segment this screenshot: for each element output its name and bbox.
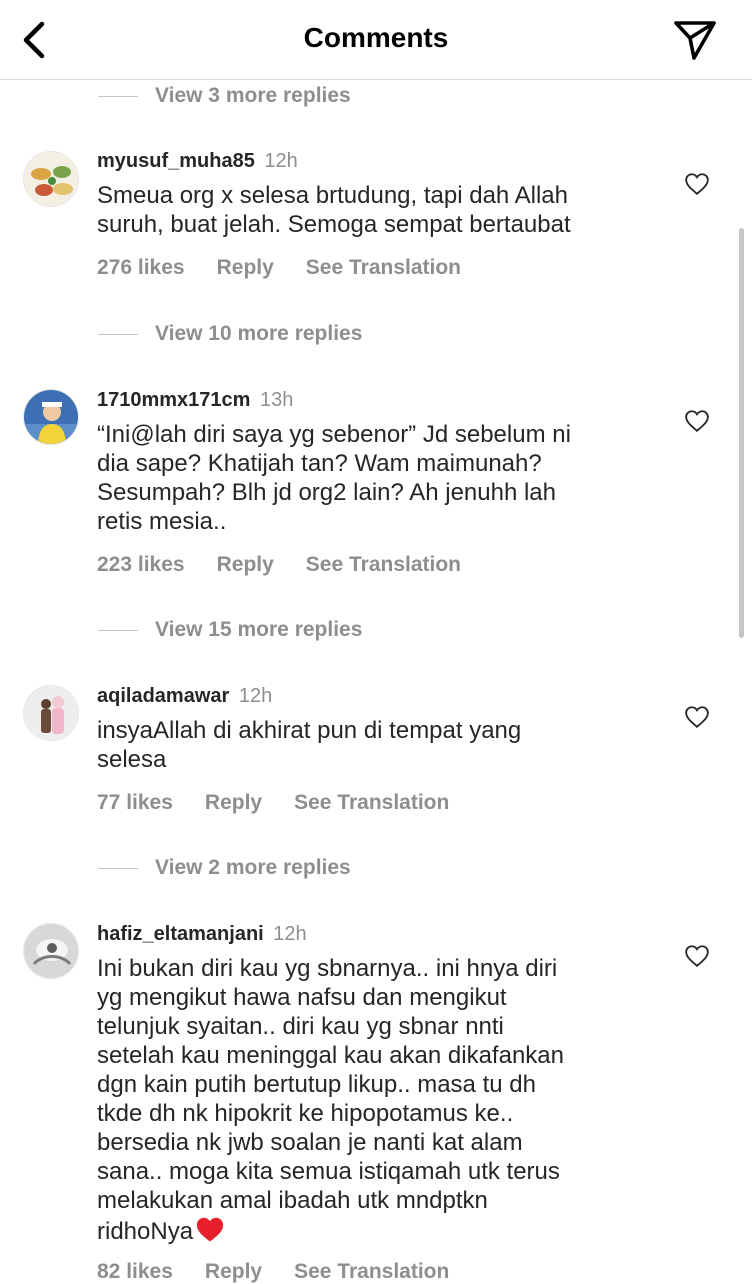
- comment-text: Ini bukan diri kau yg sbnarnya.. ini hny…: [97, 954, 657, 1246]
- couple-avatar-image: [24, 686, 78, 740]
- timestamp: 12h: [238, 685, 273, 707]
- paper-plane-icon: [674, 21, 716, 60]
- motorbike-avatar-image: [24, 924, 78, 978]
- comment-item: 1710mmx171cm 13h “Ini@lah diri saya yg s…: [0, 387, 752, 587]
- scrollbar[interactable]: [739, 228, 744, 638]
- view-replies-label: View 10 more replies: [155, 322, 363, 345]
- comment-actions: 223 likes Reply See Translation: [97, 553, 461, 577]
- comment-actions: 276 likes Reply See Translation: [97, 256, 461, 280]
- view-more-replies-button[interactable]: View 3 more replies: [98, 81, 351, 111]
- page-title: Comments: [303, 22, 449, 53]
- avatar[interactable]: [23, 389, 79, 445]
- share-button[interactable]: [672, 16, 718, 62]
- reply-button[interactable]: Reply: [217, 256, 274, 280]
- see-translation-button[interactable]: See Translation: [294, 791, 449, 815]
- see-translation-button[interactable]: See Translation: [294, 1260, 449, 1284]
- username[interactable]: 1710mmx171cm: [97, 389, 250, 411]
- heart-outline-icon: [685, 173, 709, 195]
- reply-button[interactable]: Reply: [217, 553, 274, 577]
- like-button[interactable]: [684, 704, 710, 730]
- comment-meta: 1710mmx171cm 13h: [97, 389, 293, 412]
- avatar[interactable]: [23, 151, 79, 207]
- comments-header: Comments: [0, 0, 752, 80]
- food-avatar-image: [24, 152, 78, 206]
- comment-meta: hafiz_eltamanjani 12h: [97, 923, 307, 946]
- likes-count[interactable]: 223 likes: [97, 553, 185, 577]
- view-replies-label: View 3 more replies: [155, 84, 351, 107]
- see-translation-button[interactable]: See Translation: [306, 553, 461, 577]
- heart-outline-icon: [685, 410, 709, 432]
- comment-actions: 82 likes Reply See Translation: [97, 1260, 449, 1284]
- username[interactable]: aqiladamawar: [97, 685, 229, 707]
- view-more-replies-button[interactable]: View 2 more replies: [98, 853, 351, 883]
- comment-item: hafiz_eltamanjani 12h Ini bukan diri kau…: [0, 922, 752, 1283]
- divider-line: [98, 95, 138, 97]
- view-more-replies-button[interactable]: View 10 more replies: [98, 319, 362, 349]
- comment-meta: myusuf_muha85 12h: [97, 150, 298, 173]
- reply-button[interactable]: Reply: [205, 1260, 262, 1284]
- timestamp: 12h: [264, 150, 298, 172]
- comment-actions: 77 likes Reply See Translation: [97, 791, 449, 815]
- timestamp: 13h: [260, 389, 294, 411]
- see-translation-button[interactable]: See Translation: [306, 256, 461, 280]
- divider-line: [98, 867, 138, 869]
- divider-line: [98, 333, 138, 335]
- comment-text-content: Ini bukan diri kau yg sbnarnya.. ini hny…: [97, 955, 564, 1245]
- comment-meta: aqiladamawar 12h: [97, 685, 272, 708]
- like-button[interactable]: [684, 408, 710, 434]
- view-more-replies-button[interactable]: View 15 more replies: [98, 615, 362, 645]
- heart-outline-icon: [685, 945, 709, 967]
- avatar[interactable]: [23, 685, 79, 741]
- likes-count[interactable]: 77 likes: [97, 791, 173, 815]
- heart-outline-icon: [685, 706, 709, 728]
- likes-count[interactable]: 276 likes: [97, 256, 185, 280]
- like-button[interactable]: [684, 171, 710, 197]
- view-replies-label: View 15 more replies: [155, 618, 363, 641]
- comment-item: myusuf_muha85 12h Smeua org x selesa brt…: [0, 148, 752, 288]
- timestamp: 12h: [273, 923, 307, 945]
- comment-text: “Ini@lah diri saya yg sebenor” Jd sebelu…: [97, 421, 571, 535]
- reply-button[interactable]: Reply: [205, 791, 262, 815]
- comment-text: insyaAllah di akhirat pun di tempat yang…: [97, 717, 522, 773]
- divider-line: [98, 629, 138, 631]
- view-replies-label: View 2 more replies: [155, 856, 351, 879]
- avatar[interactable]: [23, 923, 79, 979]
- like-button[interactable]: [684, 943, 710, 969]
- person-avatar-image: [24, 390, 78, 444]
- comment-text: Smeua org x selesa brtudung, tapi dah Al…: [97, 182, 571, 238]
- username[interactable]: myusuf_muha85: [97, 150, 255, 172]
- username[interactable]: hafiz_eltamanjani: [97, 923, 264, 945]
- comment-item: aqiladamawar 12h insyaAllah di akhirat p…: [0, 683, 752, 823]
- red-heart-emoji-icon: [196, 1217, 224, 1242]
- likes-count[interactable]: 82 likes: [97, 1260, 173, 1284]
